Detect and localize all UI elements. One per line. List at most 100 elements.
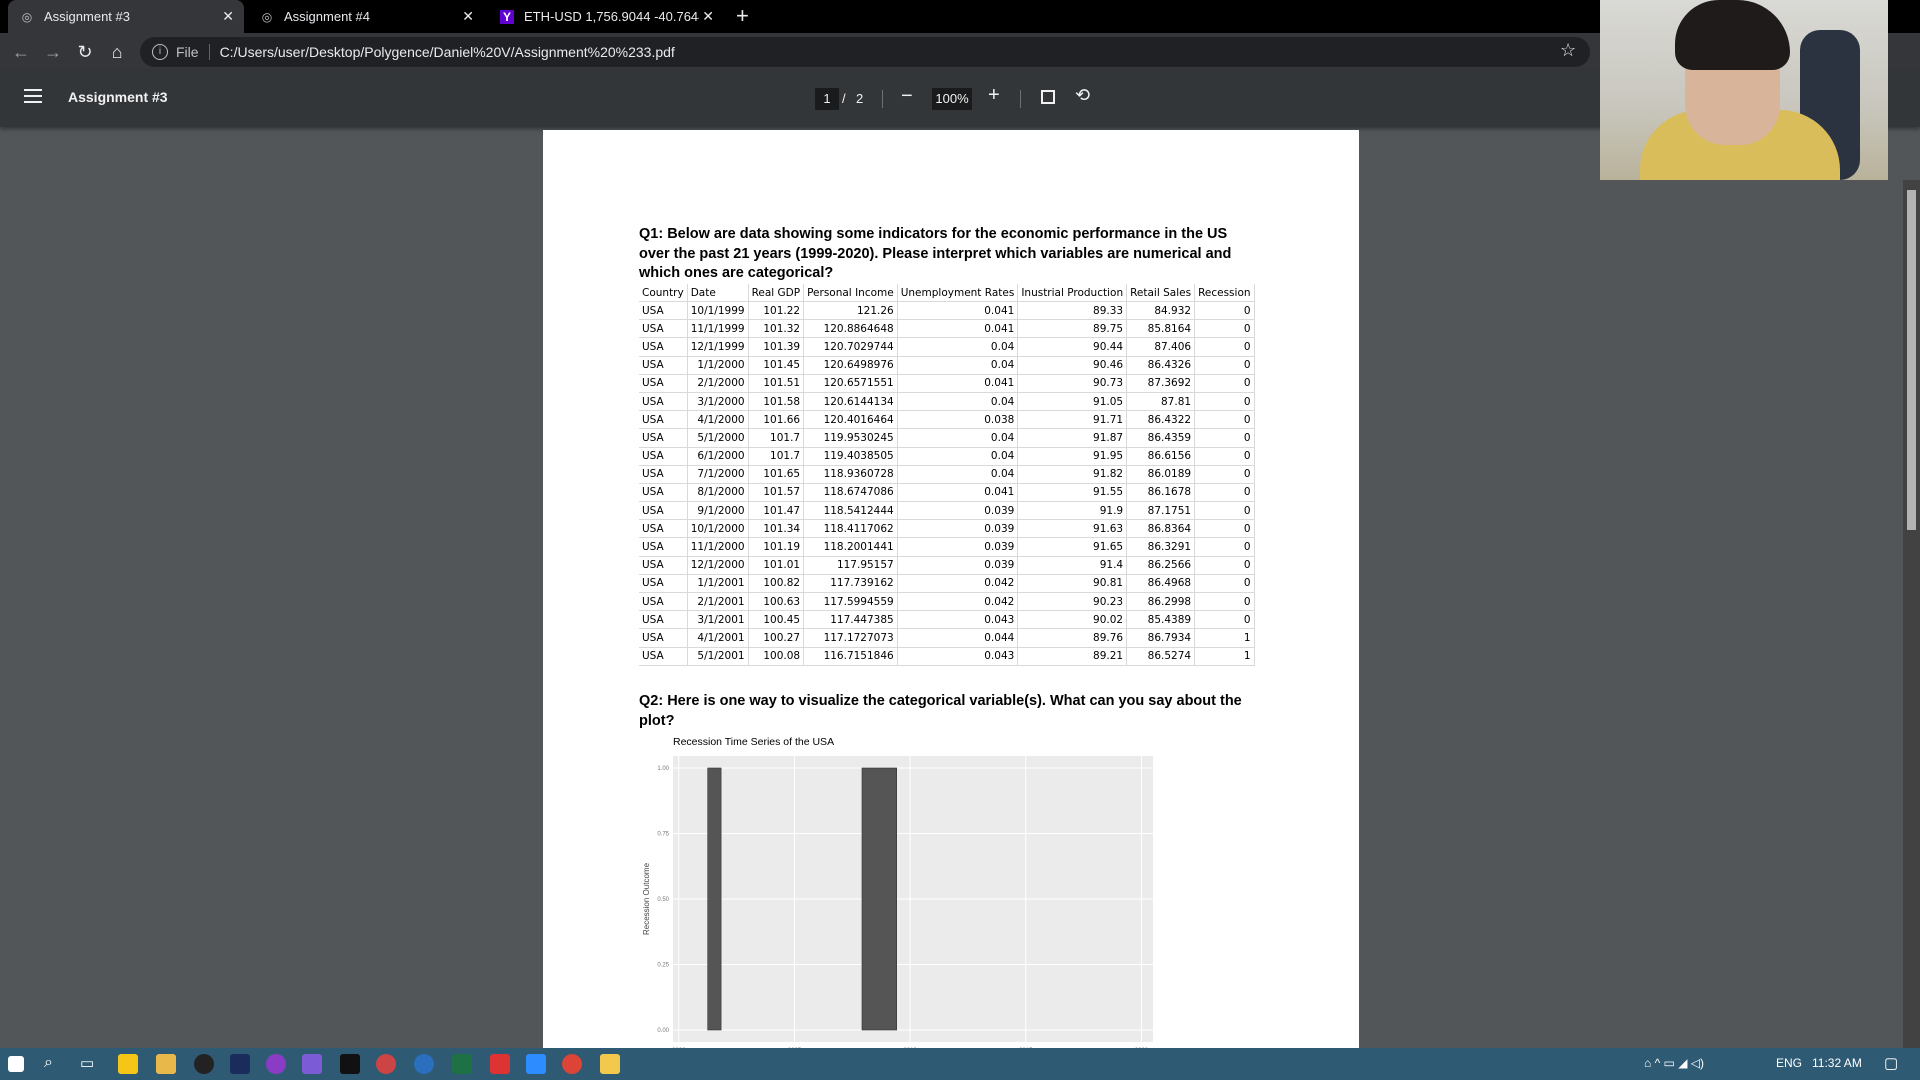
windows-start-icon[interactable] [8, 1056, 24, 1072]
app-icon[interactable] [230, 1054, 250, 1074]
menu-icon[interactable] [24, 89, 42, 103]
bookmark-star-icon[interactable]: ☆ [1560, 40, 1576, 61]
chrome-icon[interactable] [562, 1054, 582, 1074]
globe-icon: ◎ [261, 9, 273, 24]
table-row: USA 9/1/2000 101.47 118.5412444 0.039 91.9 87.… [639, 501, 1255, 521]
table-row: USA 12/1/2000 101.01 117.95157 0.039 91.4 86.2… [639, 556, 1255, 575]
app-icon[interactable] [600, 1054, 620, 1074]
recession-chart: 200020052010201520200.000.250.500.751.00… [642, 756, 1153, 1050]
close-icon[interactable]: ✕ [702, 8, 714, 25]
table-cell: 89.21 [1017, 647, 1128, 666]
pycharm-icon[interactable] [340, 1054, 360, 1074]
table-cell: 12/1/1999 [687, 337, 749, 357]
zoom-app-icon[interactable] [526, 1054, 546, 1074]
table-cell: USA [639, 337, 688, 357]
tab-eth-usd[interactable]: Y ETH-USD 1,756.9044 -40.7644 -2.2 ✕ [488, 0, 724, 33]
home-icon[interactable]: ⌂ [104, 39, 130, 65]
close-icon[interactable]: ✕ [462, 8, 474, 25]
table-cell: 86.8364 [1126, 519, 1196, 539]
question-1: Q1: Below are data showing some indicato… [639, 226, 1232, 281]
table-row: USA 11/1/2000 101.19 118.2001441 0.039 91.65 8… [639, 537, 1255, 557]
notifications-icon[interactable]: ▢ [1884, 1054, 1898, 1072]
page-number-input[interactable]: 1 [815, 88, 839, 110]
table-cell: 120.7029744 [803, 337, 898, 357]
table-cell: 121.26 [803, 301, 898, 321]
table-cell: 86.1678 [1126, 483, 1196, 503]
sticky-notes-icon[interactable] [118, 1054, 138, 1074]
table-cell: 0.04 [897, 337, 1019, 357]
table-cell: 0.044 [897, 628, 1019, 648]
excel-icon[interactable] [452, 1054, 472, 1074]
table-cell: 0 [1194, 301, 1255, 321]
tab-assignment-4[interactable]: ◎ Assignment #4 ✕ [248, 0, 484, 33]
url-text[interactable]: C:/Users/user/Desktop/Polygence/Daniel%2… [220, 44, 675, 60]
table-cell: USA [639, 501, 688, 521]
table-row: USA 8/1/2000 101.57 118.6747086 0.041 91.55 86… [639, 483, 1255, 503]
search-icon[interactable]: ⌕ [44, 1054, 53, 1072]
table-cell: 91.95 [1017, 447, 1128, 466]
language-indicator[interactable]: ENG [1776, 1056, 1802, 1070]
table-cell: 11/1/1999 [687, 319, 749, 339]
info-icon[interactable]: i [152, 44, 168, 60]
table-cell: 87.3692 [1126, 374, 1196, 393]
table-row: USA 1/1/2001 100.82 117.739162 0.042 90.81 86.… [639, 574, 1255, 594]
table-cell: 91.9 [1017, 501, 1128, 521]
back-icon[interactable]: ← [8, 39, 34, 65]
app-icon[interactable] [266, 1054, 286, 1074]
table-cell: 101.34 [748, 519, 805, 539]
table-cell: 1/1/2001 [687, 574, 749, 594]
system-tray-icons[interactable]: ⌂ ^ ▭ ◢ ◁) [1644, 1056, 1704, 1070]
scrollbar-thumb[interactable] [1907, 190, 1916, 530]
table-cell: 101.32 [748, 319, 805, 339]
app-icon[interactable] [376, 1054, 396, 1074]
table-cell: 101.57 [748, 483, 805, 503]
table-header-cell: Retail Sales [1126, 284, 1196, 302]
file-explorer-icon[interactable] [156, 1054, 176, 1074]
tab-assignment-3[interactable]: ◎ Assignment #3 ✕ [8, 0, 244, 33]
fit-to-page-icon[interactable] [1041, 90, 1055, 104]
zoom-input[interactable]: 100% [932, 88, 972, 110]
table-cell: 101.19 [748, 537, 805, 557]
new-tab-icon[interactable]: + [736, 4, 749, 28]
address-bar[interactable]: i File C:/Users/user/Desktop/Polygence/D… [140, 37, 1590, 67]
table-cell: 90.73 [1017, 374, 1128, 393]
recession-bar [707, 767, 722, 1031]
table-cell: 86.2566 [1126, 556, 1196, 575]
table-cell: USA [639, 519, 688, 539]
table-cell: 12/1/2000 [687, 556, 749, 575]
task-view-icon[interactable]: ▭ [80, 1054, 94, 1072]
table-cell: USA [639, 301, 688, 321]
app-icon[interactable] [490, 1054, 510, 1074]
table-cell: 0.04 [897, 392, 1019, 412]
scrollbar[interactable] [1903, 180, 1920, 1048]
visual-studio-icon[interactable] [302, 1054, 322, 1074]
table-cell: 120.6144134 [803, 392, 898, 412]
clock[interactable]: 11:32 AM [1812, 1056, 1862, 1070]
table-header-cell: Inustrial Production [1017, 284, 1128, 302]
reload-icon[interactable]: ↻ [72, 39, 98, 65]
table-cell: 0 [1194, 392, 1255, 412]
table-cell: 89.75 [1017, 319, 1128, 339]
close-icon[interactable]: ✕ [222, 8, 234, 25]
table-cell: 0.042 [897, 592, 1019, 612]
zoom-out-icon[interactable]: − [901, 85, 913, 108]
table-cell: 4/1/2001 [687, 628, 749, 648]
table-cell: 0 [1194, 337, 1255, 357]
table-cell: 87.1751 [1126, 501, 1196, 521]
r-icon[interactable] [414, 1054, 434, 1074]
table-row: USA 3/1/2001 100.45 117.447385 0.043 90.02 85.… [639, 610, 1255, 630]
rotate-icon[interactable]: ⟲ [1075, 85, 1090, 106]
table-cell: 91.87 [1017, 428, 1128, 448]
taskbar: ⌕ ▭ ⌂ ^ ▭ ◢ ◁) ENG 11:32 AM ▢ [0, 1048, 1920, 1080]
zoom-in-icon[interactable]: + [988, 84, 1000, 107]
table-cell: 118.2001441 [803, 537, 898, 557]
app-icon[interactable] [194, 1054, 214, 1074]
table-cell: 0.039 [897, 501, 1019, 521]
table-cell: 117.739162 [803, 574, 898, 594]
forward-icon[interactable]: → [40, 39, 66, 65]
table-cell: 100.45 [748, 610, 805, 630]
table-cell: 0 [1194, 610, 1255, 630]
table-cell: 101.45 [748, 356, 805, 375]
table-cell: 86.4322 [1126, 410, 1196, 430]
table-cell: 117.447385 [803, 610, 898, 630]
